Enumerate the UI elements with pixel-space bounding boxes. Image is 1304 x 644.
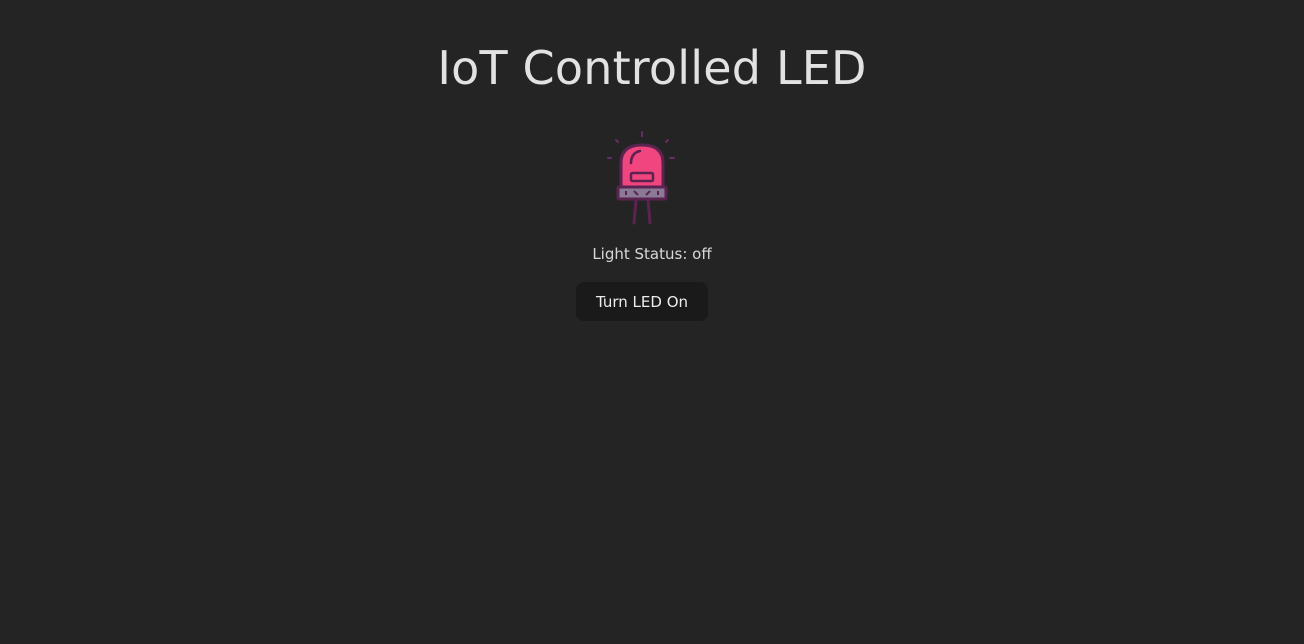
toggle-led-button[interactable]: Turn LED On (576, 282, 708, 321)
page-title: IoT Controlled LED (437, 41, 867, 95)
led-legs (632, 198, 652, 225)
light-status-text: Light Status: off (592, 245, 712, 263)
led-bulb-icon (604, 129, 680, 227)
app-root: IoT Controlled LED Light Status: off Tur… (0, 0, 1304, 644)
